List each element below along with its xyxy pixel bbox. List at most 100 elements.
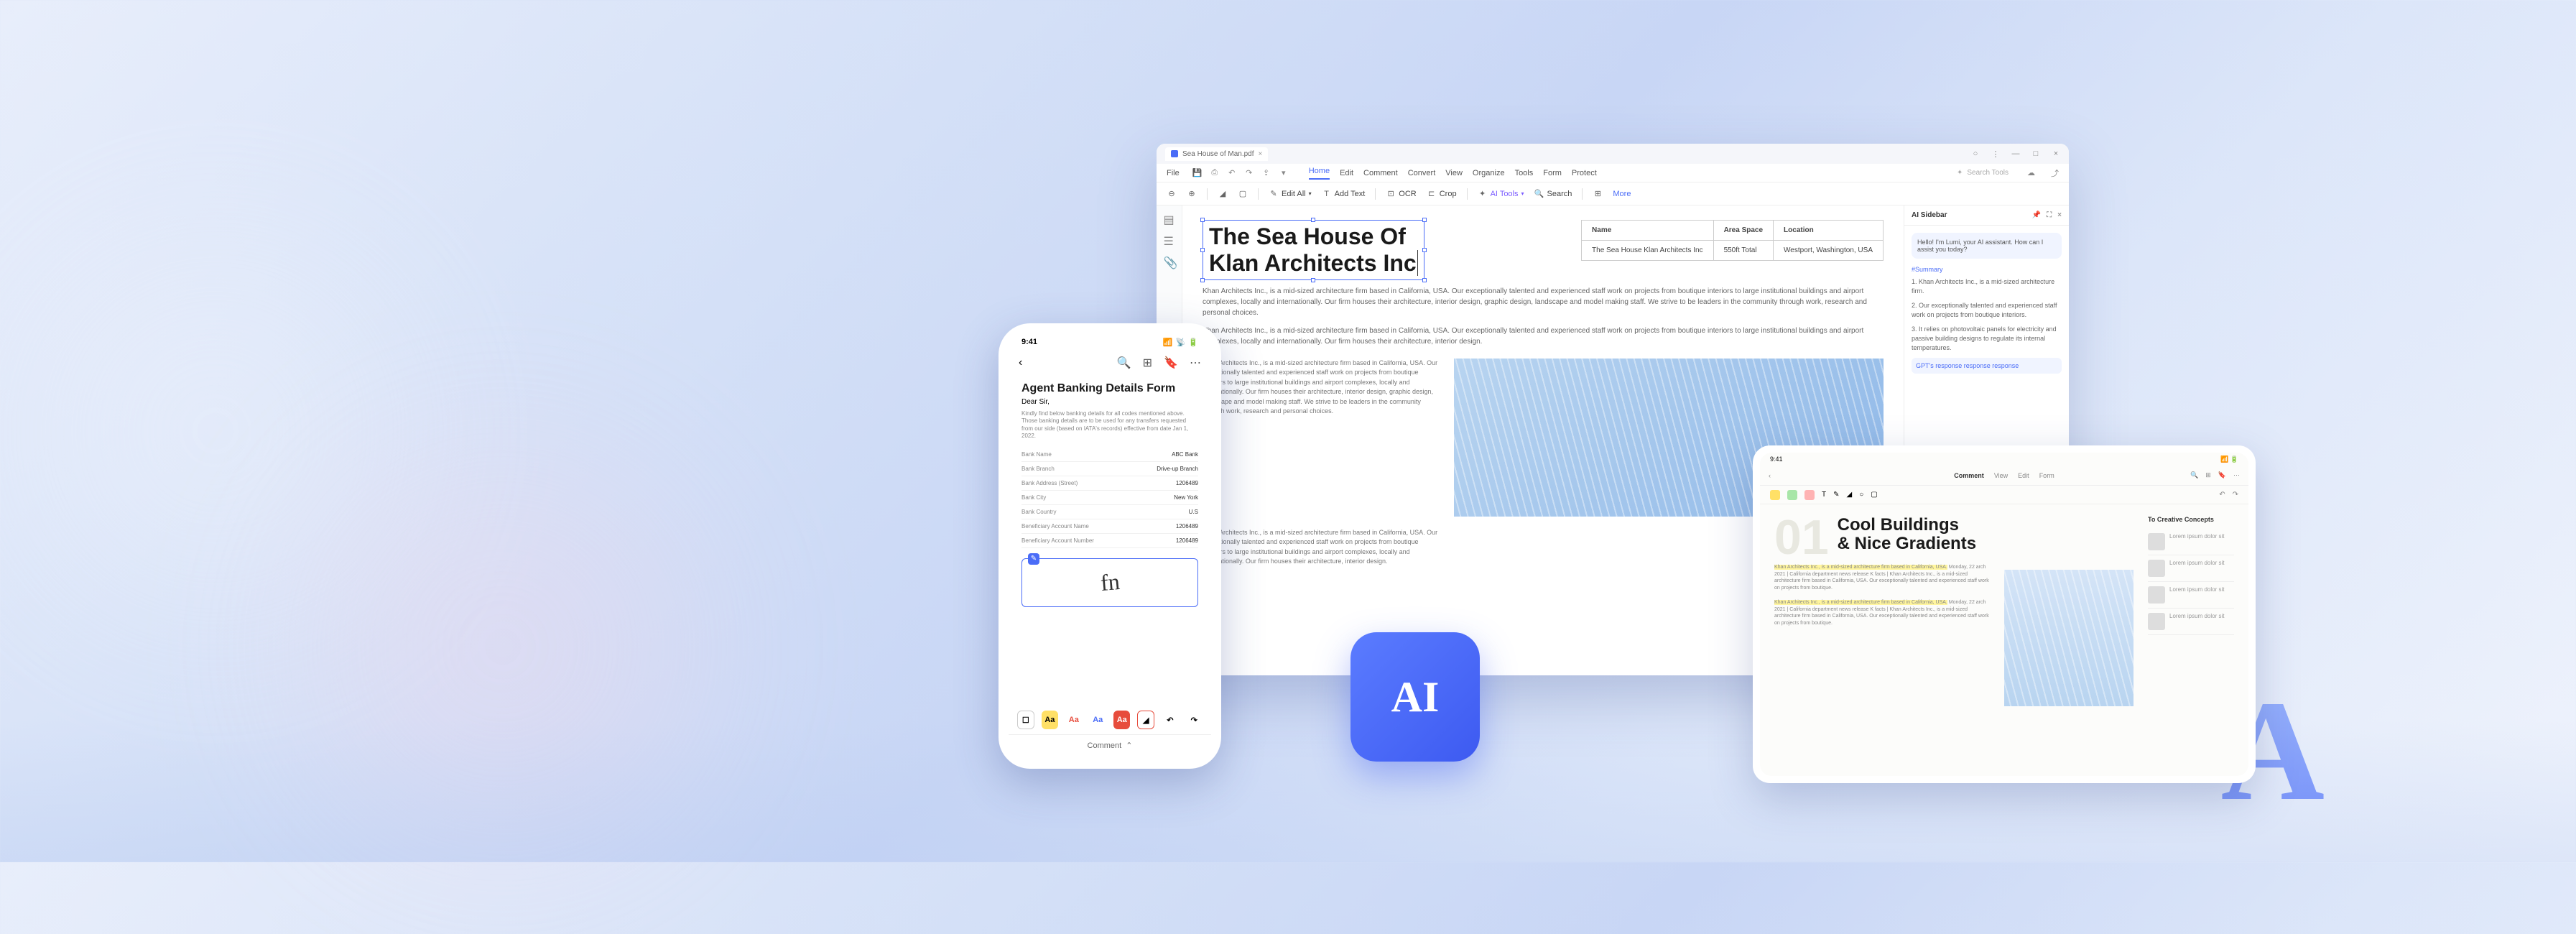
back-icon[interactable]: ‹ xyxy=(1019,356,1022,369)
form-field-row[interactable]: Bank CityNew York xyxy=(1021,491,1198,505)
form-field-row[interactable]: Bank CountryU.S xyxy=(1021,505,1198,519)
search-tools-input[interactable]: Search Tools xyxy=(1967,169,2009,177)
concept-item[interactable]: Lorem ipsum dolor sit xyxy=(2148,582,2234,609)
ai-response-more[interactable]: GPT's response response response xyxy=(1912,358,2062,374)
bookmark-icon[interactable]: 🔖 xyxy=(2218,471,2226,479)
zoom-out-icon[interactable]: ⊖ xyxy=(1167,189,1177,199)
ocr-button[interactable]: ⊡OCR xyxy=(1386,189,1416,199)
menu-tools[interactable]: Tools xyxy=(1515,169,1534,177)
tab-view[interactable]: View xyxy=(1994,472,2008,479)
dropdown-icon[interactable]: ▾ xyxy=(1279,168,1289,177)
cloud-icon[interactable]: ☁ xyxy=(2027,168,2035,177)
menu-form[interactable]: Form xyxy=(1543,169,1562,177)
grid-icon[interactable]: ⊞ xyxy=(2205,471,2211,479)
zoom-in-icon[interactable]: ⊕ xyxy=(1187,189,1197,199)
sparkle-icon: ✦ xyxy=(1957,169,1963,177)
undo-icon[interactable]: ↶ xyxy=(1162,711,1178,729)
document-tab[interactable]: Sea House of Man.pdf × xyxy=(1165,147,1268,161)
pin-icon[interactable]: 📌 xyxy=(2032,211,2041,219)
grid-icon[interactable]: ⊞ xyxy=(1143,356,1152,370)
color-pink[interactable] xyxy=(1804,490,1815,500)
expand-icon[interactable]: ⛶ xyxy=(2047,211,2052,219)
signature-drawing: fn xyxy=(1099,568,1121,596)
bookmarks-icon[interactable]: ☰ xyxy=(1164,234,1175,246)
color-green[interactable] xyxy=(1787,490,1797,500)
share-icon[interactable]: ⤴ xyxy=(2051,167,2059,179)
bookmark-icon[interactable]: 🔖 xyxy=(1164,356,1178,370)
pen-tool-icon[interactable]: ✎ xyxy=(1833,491,1839,499)
form-field-row[interactable]: Bank Address (Street)1206489 xyxy=(1021,476,1198,491)
highlight-tool-icon[interactable]: ◢ xyxy=(1847,491,1853,499)
shapes-icon[interactable]: ○ xyxy=(1859,491,1863,499)
field-label: Bank Address (Street) xyxy=(1021,480,1078,486)
format-style-4[interactable]: Aa xyxy=(1113,711,1130,729)
shape-icon[interactable]: ▢ xyxy=(1238,189,1248,199)
concept-item[interactable]: Lorem ipsum dolor sit xyxy=(2148,529,2234,555)
export-icon[interactable]: ⇪ xyxy=(1261,168,1271,177)
menu-comment[interactable]: Comment xyxy=(1363,169,1398,177)
concept-item[interactable]: Lorem ipsum dolor sit xyxy=(2148,609,2234,635)
more-icon[interactable]: ⋯ xyxy=(1190,356,1201,370)
comment-bar[interactable]: Comment ⌃ xyxy=(1009,734,1211,756)
grid-icon[interactable]: ⊞ xyxy=(1593,189,1603,199)
menu-protect[interactable]: Protect xyxy=(1572,169,1597,177)
text-tool-icon[interactable]: T xyxy=(1822,491,1826,499)
tablet-back-icon[interactable]: ‹ xyxy=(1769,472,1771,479)
menu-edit[interactable]: Edit xyxy=(1340,169,1353,177)
menu-file[interactable]: File xyxy=(1167,169,1180,177)
signature-field[interactable]: ✎ fn xyxy=(1021,558,1198,607)
search-icon[interactable]: 🔍 xyxy=(2190,471,2198,479)
format-style-2[interactable]: Aa xyxy=(1065,711,1082,729)
form-field-row[interactable]: Beneficiary Account Number1206489 xyxy=(1021,534,1198,548)
highlighter-icon[interactable]: ◢ xyxy=(1218,189,1228,199)
more-button[interactable]: More xyxy=(1613,190,1631,198)
undo-icon[interactable]: ↶ xyxy=(1227,168,1237,177)
tab-form[interactable]: Form xyxy=(2039,472,2054,479)
attachments-icon[interactable]: 📎 xyxy=(1164,256,1175,267)
pencil-icon: ✎ xyxy=(1269,189,1279,199)
form-field-row[interactable]: Beneficiary Account Name1206489 xyxy=(1021,519,1198,534)
kebab-icon[interactable]: ⋮ xyxy=(1991,149,2000,158)
tab-edit[interactable]: Edit xyxy=(2018,472,2029,479)
redo-icon[interactable]: ↷ xyxy=(1244,168,1254,177)
ai-summary-tag[interactable]: #Summary xyxy=(1912,266,2062,273)
redo-icon[interactable]: ↷ xyxy=(2233,491,2238,499)
format-style-1[interactable]: Aa xyxy=(1042,711,1058,729)
add-text-button[interactable]: TAdd Text xyxy=(1322,189,1366,199)
close-panel-icon[interactable]: × xyxy=(2057,211,2062,219)
thumbnails-icon[interactable]: ▤ xyxy=(1164,213,1175,224)
document-title-selection[interactable]: The Sea House Of Klan Architects Inc xyxy=(1203,220,1424,280)
table-header: Location xyxy=(1774,221,1884,241)
menu-organize[interactable]: Organize xyxy=(1473,169,1505,177)
search-icon[interactable]: 🔍 xyxy=(1117,356,1131,370)
note-icon[interactable]: ▢ xyxy=(1871,491,1877,499)
minimize-icon[interactable]: — xyxy=(2011,149,2020,158)
ai-tools-button[interactable]: ✦AI Tools▾ xyxy=(1478,189,1524,199)
notification-icon[interactable]: ○ xyxy=(1971,149,1980,158)
search-button[interactable]: 🔍Search xyxy=(1534,189,1572,199)
phone-document[interactable]: Agent Banking Details Form Dear Sir, Kin… xyxy=(1009,375,1211,706)
save-icon[interactable]: 💾 xyxy=(1192,168,1203,177)
color-yellow[interactable] xyxy=(1770,490,1780,500)
redo-icon[interactable]: ↷ xyxy=(1186,711,1203,729)
more-icon[interactable]: ⋯ xyxy=(2233,471,2240,479)
print-icon[interactable]: ⎙ xyxy=(1210,168,1220,177)
checkbox-icon[interactable]: ☐ xyxy=(1017,711,1034,729)
tab-comment[interactable]: Comment xyxy=(1954,472,1984,479)
paragraph: Khan Architects Inc., is a mid-sized arc… xyxy=(1203,325,1884,347)
form-field-row[interactable]: Bank BranchDrive-up Branch xyxy=(1021,462,1198,476)
close-window-icon[interactable]: × xyxy=(2052,149,2060,158)
edit-all-button[interactable]: ✎Edit All▾ xyxy=(1269,189,1312,199)
menu-view[interactable]: View xyxy=(1445,169,1463,177)
highlight-icon[interactable]: ◢ xyxy=(1137,711,1154,729)
crop-button[interactable]: ⊏Crop xyxy=(1427,189,1457,199)
tablet-document[interactable]: 01 Cool Buildings& Nice Gradients Khan A… xyxy=(1774,516,2133,764)
menu-home[interactable]: Home xyxy=(1309,167,1330,180)
undo-icon[interactable]: ↶ xyxy=(2219,491,2225,499)
menu-convert[interactable]: Convert xyxy=(1408,169,1436,177)
form-field-row[interactable]: Bank NameABC Bank xyxy=(1021,448,1198,462)
close-tab-icon[interactable]: × xyxy=(1259,150,1263,158)
format-style-3[interactable]: Aa xyxy=(1090,711,1106,729)
concept-item[interactable]: Lorem ipsum dolor sit xyxy=(2148,555,2234,582)
maximize-icon[interactable]: □ xyxy=(2031,149,2040,158)
